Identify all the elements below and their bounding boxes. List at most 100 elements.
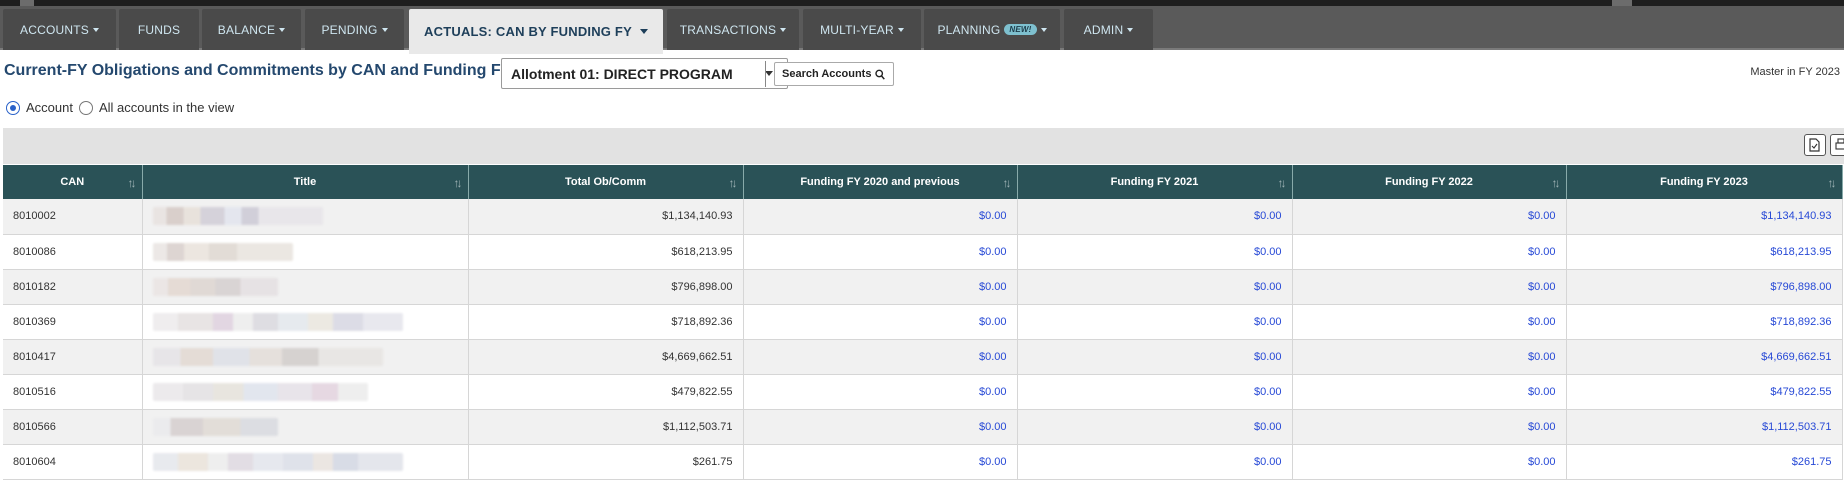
column-header-title[interactable]: Title ↑↓ xyxy=(142,165,469,199)
tab-planning[interactable]: PLANNING NEW! xyxy=(924,9,1060,50)
allotment-select-value: Allotment 01: DIRECT PROGRAM xyxy=(511,65,733,82)
table-row: 8010566 $1,112,503.71 $0.00 $0.00 $0.00 … xyxy=(3,409,1843,445)
tab-funds[interactable]: FUNDS xyxy=(119,9,199,50)
chevron-down-icon xyxy=(897,27,904,32)
divider xyxy=(765,61,766,87)
sort-icon: ↑↓ xyxy=(453,176,463,190)
table-row: 8010604 $261.75 $0.00 $0.00 $0.00 $261.7… xyxy=(3,444,1843,480)
cell-fy2022-link[interactable]: $0.00 xyxy=(1292,269,1567,305)
table-row: 8010086 $618,213.95 $0.00 $0.00 $0.00 $6… xyxy=(3,234,1843,270)
cell-fy2022-link[interactable]: $0.00 xyxy=(1292,199,1567,235)
cell-fy2022-link[interactable]: $0.00 xyxy=(1292,234,1567,270)
cell-fy2023-link[interactable]: $718,892.36 xyxy=(1566,304,1843,340)
cell-total: $796,898.00 xyxy=(468,269,744,305)
cell-title-redacted xyxy=(142,374,469,410)
cell-title-redacted xyxy=(142,444,469,480)
cell-fy2023-link[interactable]: $1,112,503.71 xyxy=(1566,409,1843,445)
tab-pending[interactable]: PENDING xyxy=(305,9,404,50)
cell-fy2023-link[interactable]: $479,822.55 xyxy=(1566,374,1843,410)
cell-fy2023-link[interactable]: $796,898.00 xyxy=(1566,269,1843,305)
cell-can: 8010086 xyxy=(3,234,143,270)
cell-fy2023-link[interactable]: $1,134,140.93 xyxy=(1566,199,1843,235)
cell-fy2021-link[interactable]: $0.00 xyxy=(1017,234,1293,270)
table-row: 8010182 $796,898.00 $0.00 $0.00 $0.00 $7… xyxy=(3,269,1843,305)
chevron-down-icon xyxy=(765,71,773,76)
cell-total: $718,892.36 xyxy=(468,304,744,340)
allotment-select[interactable]: Allotment 01: DIRECT PROGRAM xyxy=(501,58,788,89)
chevron-down-icon xyxy=(639,29,648,34)
cell-fy2020-link[interactable]: $0.00 xyxy=(743,409,1018,445)
tab-actuals-can-by-funding-fy[interactable]: ACTUALS: CAN BY FUNDING FY xyxy=(409,9,663,54)
cell-fy2020-link[interactable]: $0.00 xyxy=(743,199,1018,235)
cell-fy2022-link[interactable]: $0.00 xyxy=(1292,339,1567,375)
cell-total: $1,134,140.93 xyxy=(468,199,744,235)
sort-icon: ↑↓ xyxy=(127,176,137,190)
cell-fy2022-link[interactable]: $0.00 xyxy=(1292,304,1567,340)
cell-total: $618,213.95 xyxy=(468,234,744,270)
cell-fy2020-link[interactable]: $0.00 xyxy=(743,304,1018,340)
cell-fy2021-link[interactable]: $0.00 xyxy=(1017,199,1293,235)
cell-fy2023-link[interactable]: $4,669,662.51 xyxy=(1566,339,1843,375)
cell-fy2021-link[interactable]: $0.00 xyxy=(1017,409,1293,445)
cell-fy2022-link[interactable]: $0.00 xyxy=(1292,409,1567,445)
chevron-down-icon xyxy=(1127,27,1134,32)
new-badge: NEW! xyxy=(1004,24,1037,35)
cell-fy2022-link[interactable]: $0.00 xyxy=(1292,444,1567,480)
cell-fy2023-link[interactable]: $261.75 xyxy=(1566,444,1843,480)
sort-icon: ↑↓ xyxy=(1827,176,1837,190)
column-header-can[interactable]: CAN ↑↓ xyxy=(3,165,143,199)
cell-fy2021-link[interactable]: $0.00 xyxy=(1017,269,1293,305)
actuals-table: CAN ↑↓ Title ↑↓ Total Ob/Comm ↑↓ Funding FY… xyxy=(3,165,1843,480)
table-row: 8010516 $479,822.55 $0.00 $0.00 $0.00 $4… xyxy=(3,374,1843,410)
cell-fy2020-link[interactable]: $0.00 xyxy=(743,339,1018,375)
master-fy-label: Master in FY 2023 xyxy=(1750,66,1840,78)
tab-accounts[interactable]: ACCOUNTS xyxy=(3,9,116,50)
cell-total: $1,112,503.71 xyxy=(468,409,744,445)
table-row: 8010417 $4,669,662.51 $0.00 $0.00 $0.00 … xyxy=(3,339,1843,375)
radio-all-accounts[interactable] xyxy=(78,100,93,115)
page-title: Current-FY Obligations and Commitments b… xyxy=(4,62,512,79)
cell-fy2021-link[interactable]: $0.00 xyxy=(1017,444,1293,480)
column-header-fy2023[interactable]: Funding FY 2023 ↑↓ xyxy=(1566,165,1843,199)
chevron-down-icon xyxy=(780,27,787,32)
print-button[interactable] xyxy=(1830,134,1844,156)
cell-fy2020-link[interactable]: $0.00 xyxy=(743,374,1018,410)
tab-multi-year[interactable]: MULTI-YEAR xyxy=(803,9,921,50)
tab-admin[interactable]: ADMIN xyxy=(1064,9,1153,50)
column-header-fy2022[interactable]: Funding FY 2022 ↑↓ xyxy=(1292,165,1567,199)
radio-account-label: Account xyxy=(26,100,73,115)
scope-radio-group: Account All accounts in the view xyxy=(6,100,240,115)
radio-account[interactable] xyxy=(6,100,20,115)
column-header-fy2020[interactable]: Funding FY 2020 and previous ↑↓ xyxy=(743,165,1018,199)
table-row: 8010369 $718,892.36 $0.00 $0.00 $0.00 $7… xyxy=(3,304,1843,340)
export-icon xyxy=(1809,138,1820,152)
chevron-down-icon xyxy=(279,27,286,32)
cell-fy2020-link[interactable]: $0.00 xyxy=(743,269,1018,305)
cell-fy2020-link[interactable]: $0.00 xyxy=(743,234,1018,270)
cell-fy2021-link[interactable]: $0.00 xyxy=(1017,304,1293,340)
cell-total: $261.75 xyxy=(468,444,744,480)
table-header-row: CAN ↑↓ Title ↑↓ Total Ob/Comm ↑↓ Funding FY… xyxy=(3,165,1843,199)
column-header-fy2021[interactable]: Funding FY 2021 ↑↓ xyxy=(1017,165,1293,199)
sort-icon: ↑↓ xyxy=(1002,176,1012,190)
radio-all-accounts-label: All accounts in the view xyxy=(98,100,235,115)
cell-fy2020-link[interactable]: $0.00 xyxy=(743,444,1018,480)
cell-title-redacted xyxy=(142,234,469,270)
chevron-down-icon xyxy=(1040,27,1047,32)
tab-transactions[interactable]: TRANSACTIONS xyxy=(667,9,799,50)
column-header-total[interactable]: Total Ob/Comm ↑↓ xyxy=(468,165,744,199)
cell-total: $4,669,662.51 xyxy=(468,339,744,375)
cell-title-redacted xyxy=(142,409,469,445)
cell-can: 8010002 xyxy=(3,199,143,235)
chevron-down-icon xyxy=(92,27,99,32)
cell-title-redacted xyxy=(142,339,469,375)
export-button[interactable] xyxy=(1804,134,1826,156)
cell-fy2022-link[interactable]: $0.00 xyxy=(1292,374,1567,410)
cell-fy2023-link[interactable]: $618,213.95 xyxy=(1566,234,1843,270)
main-nav: ACCOUNTS FUNDS BALANCE PENDING ACTUALS: … xyxy=(0,6,1844,54)
tab-balance[interactable]: BALANCE xyxy=(202,9,301,50)
cell-can: 8010417 xyxy=(3,339,143,375)
cell-fy2021-link[interactable]: $0.00 xyxy=(1017,339,1293,375)
cell-fy2021-link[interactable]: $0.00 xyxy=(1017,374,1293,410)
search-accounts-button[interactable]: Search Accounts xyxy=(774,62,894,86)
